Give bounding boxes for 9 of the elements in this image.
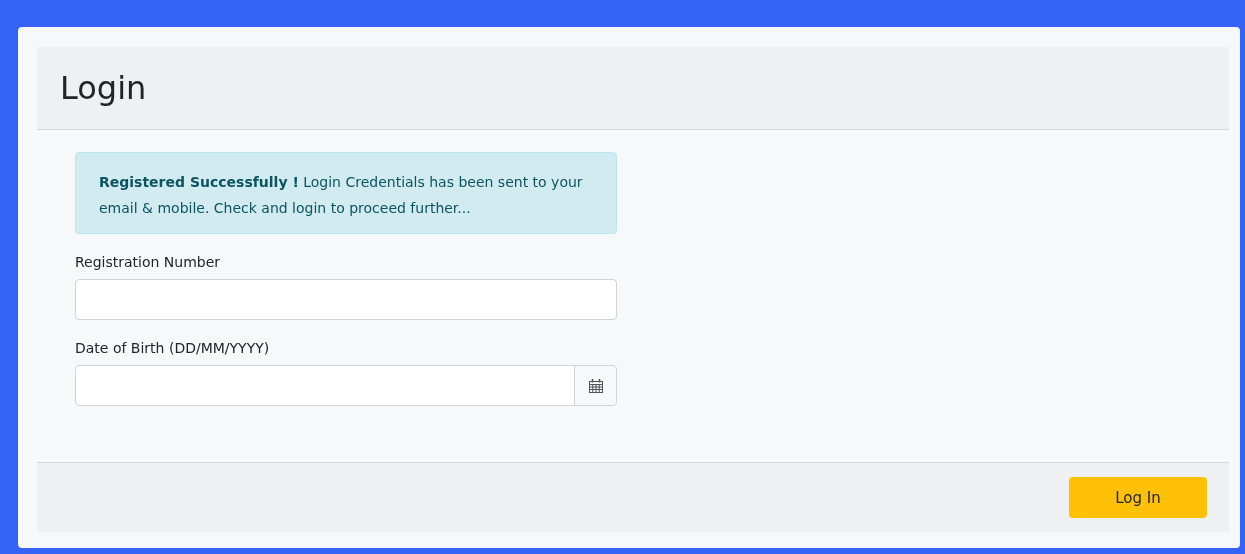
field-label: Date of Birth (DD/MM/YYYY)	[75, 340, 271, 356]
calendar-icon	[587, 377, 604, 394]
alert-message: Registered Successfully ! Login Credentials has been sent to your email & mobile. Check and login to proceed further...	[99, 174, 583, 216]
panel-title: Login	[60, 69, 147, 107]
login-button[interactable]: Log In	[1069, 477, 1207, 518]
input-field[interactable]	[75, 279, 617, 320]
field-label: Registration Number	[75, 254, 222, 270]
calendar-button[interactable]	[574, 365, 617, 406]
date-input-field[interactable]	[75, 365, 575, 406]
